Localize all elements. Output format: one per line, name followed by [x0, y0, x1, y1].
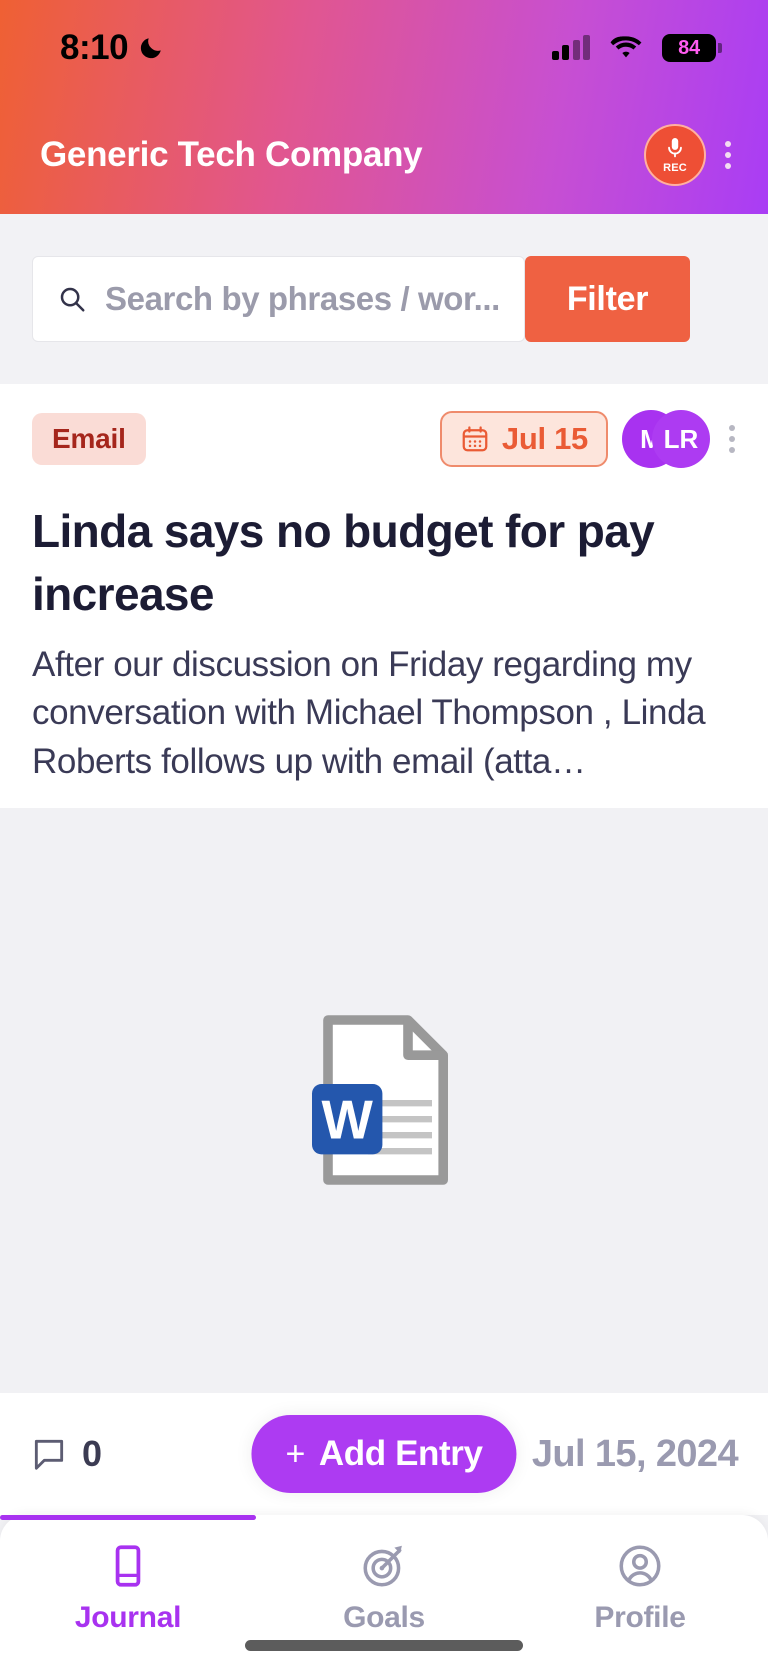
journal-entry-card[interactable]: Email Jul 15 M LR Linda says no budget f… — [0, 384, 768, 1515]
date-chip[interactable]: Jul 15 — [439, 411, 608, 467]
nav-label-goals: Goals — [343, 1601, 425, 1634]
word-document-icon: W — [312, 1015, 449, 1186]
book-icon — [115, 1545, 141, 1587]
app-screen: 8:10 84 Generic Tech Company REC Search … — [0, 0, 768, 1665]
status-time: 8:10 — [60, 28, 129, 67]
app-title: Generic Tech Company — [40, 135, 423, 174]
entry-type-tag: Email — [32, 413, 146, 465]
avatar-group[interactable]: M LR — [622, 410, 710, 468]
record-button[interactable]: REC — [644, 124, 706, 186]
status-bar-right: 84 — [551, 34, 722, 62]
filter-button[interactable]: Filter — [524, 256, 690, 342]
nav-tab-journal[interactable]: Journal — [0, 1515, 256, 1665]
search-icon — [60, 287, 85, 312]
search-box[interactable]: Search by phrases / wor... — [32, 256, 525, 342]
entry-footer-date: Jul 15, 2024 — [531, 1432, 739, 1475]
plus-icon: + — [285, 1434, 305, 1473]
battery-icon: 84 — [662, 34, 722, 62]
card-top: Email Jul 15 M LR Linda says no budget f… — [0, 384, 768, 786]
card-footer: 0 + Add Entry Jul 15, 2024 — [0, 1393, 768, 1515]
card-meta-right: Jul 15 M LR — [439, 410, 736, 468]
attachment-preview[interactable]: W — [0, 807, 768, 1393]
wifi-icon — [610, 36, 642, 58]
add-entry-label: Add Entry — [318, 1434, 483, 1473]
status-bar: 8:10 84 — [0, 0, 768, 96]
battery-level: 84 — [678, 36, 700, 59]
home-indicator — [245, 1640, 523, 1651]
bottom-navigation: Journal Goals Profile — [0, 1515, 768, 1665]
nav-label-journal: Journal — [74, 1601, 182, 1634]
kebab-menu-icon[interactable] — [728, 425, 736, 453]
comment-count: 0 — [82, 1433, 103, 1474]
person-circle-icon — [619, 1545, 661, 1587]
status-bar-left: 8:10 — [60, 28, 164, 68]
entry-body-preview: After our discussion on Friday regarding… — [32, 644, 706, 781]
search-input[interactable]: Search by phrases / wor... — [105, 280, 500, 318]
crescent-moon-icon — [140, 38, 161, 59]
comment-bubble-icon — [34, 1439, 64, 1470]
add-entry-button[interactable]: + Add Entry — [251, 1415, 517, 1493]
card-meta-row: Email Jul 15 M LR — [32, 410, 736, 468]
avatar: LR — [652, 410, 710, 468]
date-chip-label: Jul 15 — [501, 421, 588, 456]
target-dart-icon — [363, 1545, 402, 1587]
nav-label-profile: Profile — [594, 1601, 686, 1634]
kebab-menu-icon[interactable] — [724, 141, 732, 169]
entry-title: Linda says no budget for pay increase — [32, 505, 655, 621]
svg-text:W: W — [322, 1090, 374, 1151]
comment-count-group[interactable]: 0 — [30, 1433, 102, 1475]
app-bar-actions: REC — [644, 124, 732, 186]
nav-tab-profile[interactable]: Profile — [512, 1515, 768, 1665]
app-bar: Generic Tech Company REC — [0, 96, 768, 214]
gradient-header: 8:10 84 Generic Tech Company REC — [0, 0, 768, 214]
calendar-icon — [462, 426, 488, 452]
cellular-signal-icon — [551, 35, 590, 60]
record-label: REC — [663, 162, 687, 174]
active-tab-indicator — [0, 1515, 256, 1520]
microphone-icon — [668, 138, 682, 158]
search-bar-area: Search by phrases / wor... Filter — [0, 214, 768, 384]
